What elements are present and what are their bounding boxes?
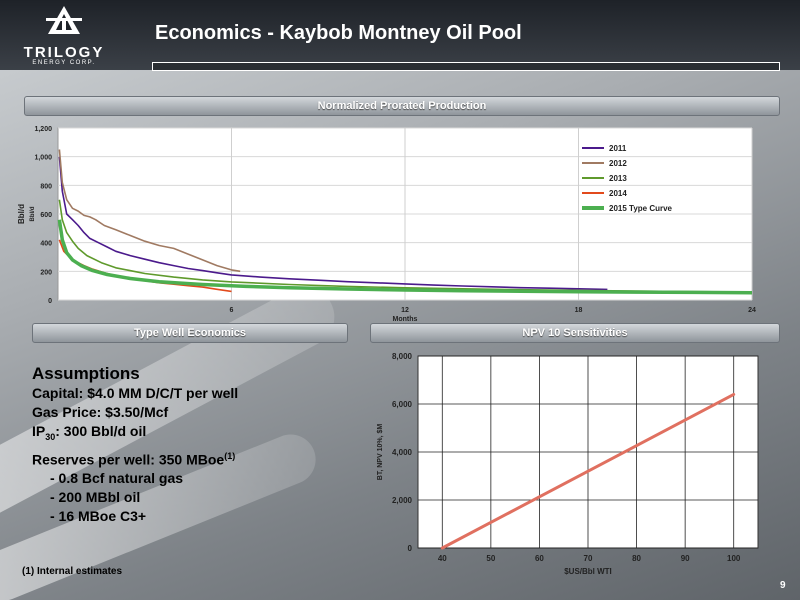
y-tick-label: 800	[40, 183, 52, 190]
legend-label: 2013	[609, 174, 627, 183]
npv-chart-svg: 0 2,000 4,000 6,000 8,000 40 50 60 70 80 90 100 $US/…	[377, 352, 759, 576]
y-tick-label: 4,000	[392, 448, 413, 457]
x-axis-label: Months	[393, 316, 418, 323]
footnote: (1) Internal estimates	[22, 566, 123, 577]
npv-chart: 0 2,000 4,000 6,000 8,000 40 50 60 70 80 90 100 $US/…	[360, 344, 780, 580]
ip-subscript: 30	[45, 431, 56, 442]
npv-panel-header: NPV 10 Sensitivities	[370, 323, 780, 343]
type-well-panel-header: Type Well Economics	[32, 323, 348, 343]
y-tick-label: 1,200	[34, 126, 52, 133]
legend-label: 2011	[609, 144, 627, 153]
production-chart: 0 200 400 600 800 1,000 1,200 6 12 18 24 Months Bbl/…	[0, 118, 790, 328]
assumption-item: - 0.8 Bcf natural gas	[50, 470, 184, 487]
y-axis-label: Bbl/d	[17, 204, 26, 224]
legend-label: 2015 Type Curve	[609, 204, 673, 213]
assumptions-block: Assumptions Capital: $4.0 MM D/C/T per w…	[32, 364, 332, 526]
assumption-reserves: Reserves per well: 350 MBoe(1)	[32, 447, 332, 470]
y-tick-label: 8,000	[392, 352, 413, 361]
company-subtitle: ENERGY CORP.	[32, 60, 96, 66]
x-tick-label: 60	[535, 554, 544, 563]
assumption-item: - 200 MBbl oil	[50, 489, 141, 506]
page-number: 9	[780, 580, 786, 591]
logo-mark-icon	[46, 6, 82, 34]
ip-prefix: IP	[32, 423, 46, 439]
y-tick-label: 1,000	[34, 155, 52, 162]
assumptions-title: Assumptions	[32, 364, 140, 383]
y-tick-label: 400	[40, 241, 52, 248]
reserves-footnote-ref: (1)	[224, 450, 236, 461]
y-tick-label: 2,000	[392, 496, 413, 505]
y-tick-label: 600	[40, 212, 52, 219]
y-tick-label: 0	[408, 544, 413, 553]
title-rule	[152, 62, 780, 71]
x-tick-label: 24	[748, 307, 756, 314]
y-tick-label: 6,000	[392, 400, 413, 409]
x-tick-label: 50	[486, 554, 495, 563]
x-tick-label: 12	[401, 307, 409, 314]
ip-suffix: : 300 Bbl/d oil	[55, 423, 147, 439]
x-tick-label: 6	[230, 307, 234, 314]
x-tick-label: 80	[632, 554, 641, 563]
page-title: Economics - Kaybob Montney Oil Pool	[155, 22, 522, 44]
y-axis-label: BT, NPV 10%, $M	[377, 424, 384, 481]
company-logo: TRILOGY ENERGY CORP.	[10, 4, 118, 68]
y-tick-label: 0	[48, 298, 52, 305]
assumption-item: - 16 MBoe C3+	[50, 508, 147, 525]
y-axis-label-secondary: Bbl/d	[30, 206, 36, 221]
x-tick-label: 90	[681, 554, 690, 563]
production-chart-svg: 0 200 400 600 800 1,000 1,200 6 12 18 24 Months Bbl/…	[17, 126, 756, 323]
company-name: TRILOGY	[23, 44, 105, 61]
x-tick-label: 100	[727, 554, 741, 563]
legend-label: 2012	[609, 159, 627, 168]
x-tick-label: 18	[575, 307, 583, 314]
legend-label: 2014	[609, 189, 627, 198]
x-tick-label: 40	[438, 554, 447, 563]
production-panel-header: Normalized Prorated Production	[24, 96, 780, 116]
x-axis-label: $US/Bbl WTI	[564, 567, 612, 576]
assumption-gas-price: Gas Price: $3.50/Mcf	[32, 404, 169, 420]
reserves-text: Reserves per well: 350 MBoe	[32, 451, 225, 468]
x-tick-label: 70	[584, 554, 593, 563]
assumption-ip: IP30: 300 Bbl/d oil	[32, 422, 332, 447]
assumption-capital: Capital: $4.0 MM D/C/T per well	[32, 385, 239, 401]
y-tick-label: 200	[40, 269, 52, 276]
